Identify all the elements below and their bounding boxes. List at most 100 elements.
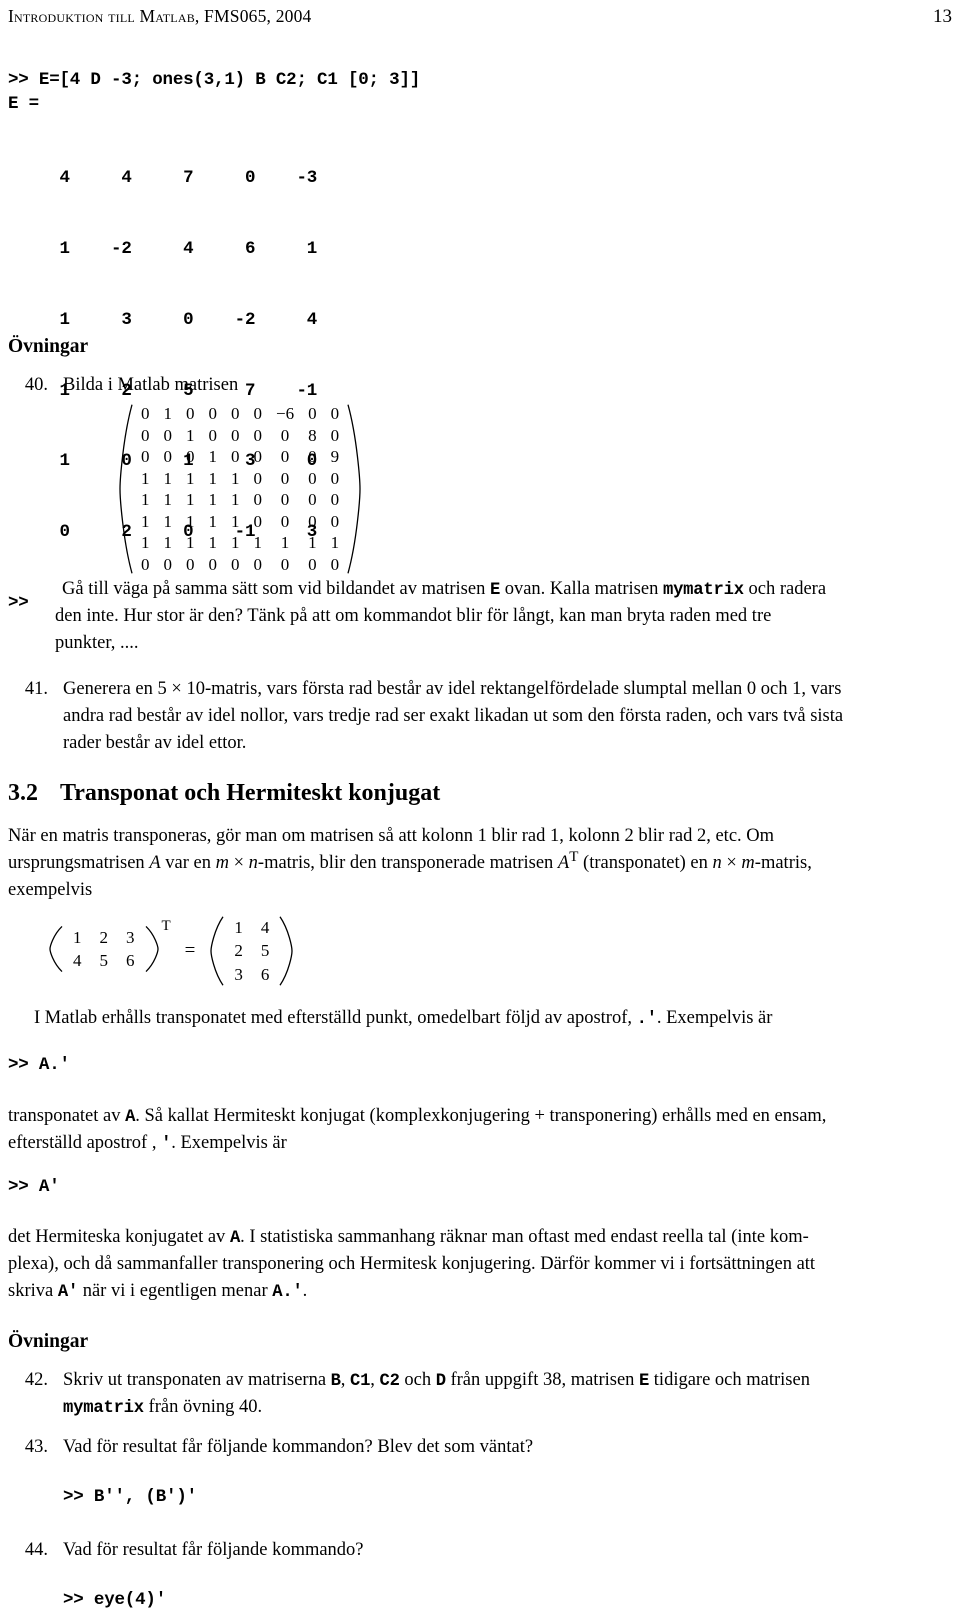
sp-text-e: (transponatet) en [578, 853, 713, 874]
exercise-40-body-line-2: den inte. Hur stor är den? Tänk på att o… [55, 606, 772, 626]
section-para-line-2: ursprungsmatrisen A var en m × n-matris,… [8, 850, 954, 878]
matrix-cell: 0 [231, 554, 240, 574]
code-A-apostrophe: A' [57, 1283, 79, 1302]
section-para-line-3: exempelvis [8, 880, 93, 900]
matrix-cell: 0 [208, 425, 218, 445]
math-m: m [215, 853, 229, 874]
hermitean-para2-line-2: plexa), och då sammanfaller transponerin… [8, 1254, 816, 1274]
matrix-cell: 0 [330, 490, 340, 509]
exercise-41-line-3: rader består av idel ettor. [63, 733, 247, 753]
matrix-cell: 1 [163, 533, 173, 552]
matrix-cell: 1 [186, 533, 195, 552]
code-C1: C1 [350, 1372, 371, 1391]
ex40-text-c: och radera [743, 579, 827, 599]
matrix-right-paren [346, 403, 362, 575]
transpose-rhs-matrix: 1 4 2 5 3 6 [209, 916, 294, 986]
ex40-code-mymatrix: mymatrix [662, 581, 744, 600]
math-n2: n [712, 853, 722, 874]
exercise-42-line-1: Skriv ut transponaten av matriserna B, C… [63, 1367, 948, 1396]
matrix-cell: 1 [208, 533, 218, 552]
code-A-dot-apostrophe: A.' [272, 1283, 303, 1302]
code-A: A [125, 1108, 136, 1127]
ex42-text-e: från övning 40. [143, 1397, 263, 1417]
matrix-cell: 2 [234, 941, 243, 961]
page-header: Introduktion till Matlab, FMS065, 2004 1… [8, 6, 952, 32]
hp2-text-a: det Hermiteska konjugatet av [8, 1227, 230, 1247]
ex40-text-a: Gå till väga på samma sätt som vid bilda… [62, 579, 490, 599]
matrix-left-paren [48, 926, 64, 972]
code-E: E [639, 1372, 650, 1391]
matrix-cell: 0 [163, 447, 173, 466]
matrix-cell: 0 [280, 554, 290, 574]
ex42-text-d: tidigare och matrisen [649, 1370, 810, 1390]
matrix-cell: 0 [186, 554, 195, 574]
matrix-cell: 0 [280, 511, 290, 531]
matrix-cell: 1 [234, 918, 243, 938]
transpose-equation: 1 2 3 4 5 6 T = 1 4 2 5 3 6 [48, 916, 294, 986]
matrix-cell: 1 [186, 425, 195, 445]
exercise-item-40: 40. Bilda i Matlab matrisen [8, 372, 948, 400]
hermitean-text-line-2: efterställd apostrof , '. Exempelvis är [8, 1130, 948, 1159]
code-a-apostrophe: >> A' [8, 1177, 60, 1197]
matrix-cell: 0 [308, 554, 317, 574]
matrix-cell: 1 [231, 533, 240, 552]
page-number: 13 [933, 6, 952, 27]
exercise-item-41: 41. Generera en 5 × 10-matris, vars förs… [8, 676, 948, 704]
exercise-43-code: >> B'', (B')' [63, 1487, 197, 1507]
matrix-cell: 0 [163, 554, 173, 574]
exercise-number: 44. [24, 1540, 48, 1560]
matrix-e-row: 1 -2 4 6 1 [8, 238, 318, 259]
sp-text-g: -matris, [754, 853, 812, 874]
matrix-cell: 1 [163, 404, 173, 423]
matrix-cell: 6 [126, 951, 135, 970]
matrix-cell: 1 [141, 490, 150, 509]
matrix-cell: 1 [141, 533, 150, 552]
matrix-row: 0 1 0 0 0 0 −6 0 0 [134, 403, 346, 425]
matrix-row: 2 5 [225, 939, 278, 962]
ex40-text-b: ovan. Kalla matrisen [500, 579, 663, 599]
matrix-cell: 1 [330, 533, 340, 552]
math-A: A [149, 853, 161, 874]
exercise-number: 42. [24, 1370, 48, 1390]
exercise-item-44: 44. Vad för resultat får följande komman… [8, 1537, 948, 1565]
matrix-cell: 2 [99, 928, 109, 947]
matrix-cell: 0 [163, 425, 173, 445]
code-D: D [435, 1372, 446, 1391]
matrix-row: 4 5 6 [64, 949, 144, 972]
math-A-transpose: A [557, 853, 570, 874]
ht-text-a: transponatet av [8, 1106, 126, 1126]
matrix-cell: 0 [141, 447, 150, 466]
matrix-cell: −6 [276, 404, 295, 423]
matrix-cell: 3 [234, 964, 243, 984]
matrix-row: 1 1 1 1 1 0 0 0 0 [134, 489, 346, 511]
ex41-text-a: Generera en 5 [63, 679, 172, 699]
section-heading-3-2: 3.2 Transponat och Hermiteskt konjugat [8, 780, 440, 807]
exercise-40-matrix: 0 1 0 0 0 0 −6 0 0 0 0 1 0 0 0 0 8 0 0 0… [118, 403, 362, 575]
transpose-lhs-matrix: 1 2 3 4 5 6 [48, 926, 160, 972]
matrix-cell: 0 [280, 468, 290, 488]
section-para-line-1: När en matris transponeras, gör man om m… [8, 826, 775, 846]
sp-text-f: × [721, 853, 742, 874]
matrix-cell: 4 [73, 951, 82, 970]
matrix-cell: 0 [330, 554, 340, 574]
matrix-cell: 1 [186, 468, 195, 488]
matrix-row: 1 1 1 1 1 0 0 0 0 [134, 511, 346, 533]
exercise-item-42: 42. Skriv ut transponaten av matriserna … [8, 1367, 948, 1396]
hermitean-text-line-1: transponatet av A. Så kallat Hermiteskt … [8, 1103, 948, 1132]
matrix-cell: 1 [163, 468, 173, 488]
matrix-cell: 0 [231, 404, 240, 423]
matrix-40-table: 0 1 0 0 0 0 −6 0 0 0 0 1 0 0 0 0 8 0 0 0… [134, 403, 346, 575]
matrix-cell: 0 [308, 447, 317, 466]
section-title: Transponat och Hermiteskt konjugat [60, 780, 441, 806]
matrix-cell: 1 [308, 533, 317, 552]
matrix-cell: 0 [308, 490, 317, 509]
hp2-text-e: . [302, 1281, 308, 1301]
matrix-right-paren [144, 926, 160, 972]
ex42-text-a: Skriv ut transponaten av matriserna [63, 1370, 331, 1390]
matrix-cell: 0 [141, 554, 150, 574]
hp2-text-d: när vi i egentligen menar [78, 1281, 273, 1301]
matrix-cell: 0 [253, 554, 263, 574]
matrix-cell: 0 [330, 404, 340, 423]
ex42-text-c: från uppgift 38, matrisen [445, 1370, 640, 1390]
matrix-e-row: 1 3 0 -2 4 [8, 309, 318, 330]
